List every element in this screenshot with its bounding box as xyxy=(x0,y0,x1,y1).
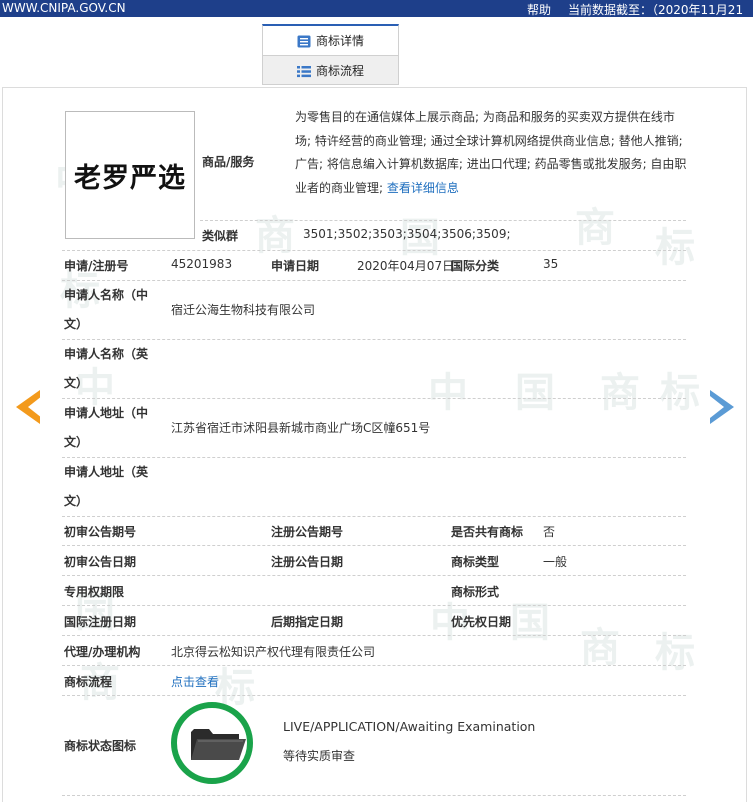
chevron-left-icon-cutout xyxy=(28,396,42,418)
divider xyxy=(62,250,686,251)
divider xyxy=(62,635,686,636)
prelim-date-label: 初审公告日期 xyxy=(64,555,137,569)
agent-value: 北京得云松知识产权代理有限责任公司 xyxy=(171,645,376,659)
status-badge xyxy=(171,702,253,784)
intl-reg-date-label: 国际注册日期 xyxy=(64,615,137,629)
site-url[interactable]: WWW.CNIPA.GOV.CN xyxy=(2,1,126,15)
app-date-value: 2020年04月07日 xyxy=(357,259,455,273)
view-process-link[interactable]: 点击查看 xyxy=(171,673,219,690)
tab-label: 商标流程 xyxy=(316,63,365,78)
status-cn: 等待实质审查 xyxy=(283,749,356,763)
status-icon-label: 商标状态图标 xyxy=(64,739,137,753)
address-en-label: 申请人地址（英文） xyxy=(64,465,149,508)
shared-value: 否 xyxy=(543,525,556,539)
reg-pub-no-label: 注册公告期号 xyxy=(271,525,344,539)
goods-list: 为零售目的在通信媒体上展示商品; 为商品和服务的买卖双方提供在线市场; 特许经营… xyxy=(295,110,687,195)
intl-class-value: 35 xyxy=(543,257,559,271)
data-date: 当前数据截至：（2020年11月21 xyxy=(568,3,744,17)
process-label: 商标流程 xyxy=(64,675,113,689)
goods-services-text: 为零售目的在通信媒体上展示商品; 为商品和服务的买卖双方提供在线市场; 特许经营… xyxy=(295,106,690,200)
address-cn-label: 申请人地址（中文） xyxy=(64,406,149,449)
tab-label: 商标详情 xyxy=(316,34,365,48)
divider xyxy=(62,605,686,606)
chevron-right-icon-cutout xyxy=(710,396,724,418)
divider xyxy=(200,220,686,221)
divider xyxy=(62,695,686,696)
folder-icon xyxy=(191,729,246,760)
divider xyxy=(62,545,686,546)
view-details-link[interactable]: 查看详细信息 xyxy=(387,181,459,195)
similar-group-value: 3501;3502;3503;3504;3506;3509; xyxy=(303,227,511,241)
reg-pub-date-label: 注册公告日期 xyxy=(271,555,344,569)
tab-trademark-process[interactable]: 商标流程 xyxy=(262,55,399,85)
divider xyxy=(62,665,686,666)
status-en: LIVE/APPLICATION/Awaiting Examination xyxy=(283,719,536,734)
divider xyxy=(62,575,686,576)
reg-no-value: 45201983 xyxy=(171,257,233,271)
app-date-label: 申请日期 xyxy=(271,259,320,273)
trademark-logo-text: 老罗严选 xyxy=(74,162,186,194)
tab-trademark-detail[interactable]: 商标详情 xyxy=(262,24,399,56)
exclusive-label: 专用权期限 xyxy=(64,585,125,599)
type-label: 商标类型 xyxy=(451,555,500,569)
similar-group-label: 类似群 xyxy=(202,229,239,243)
applicant-en-label: 申请人名称（英文） xyxy=(64,347,149,390)
later-date-label: 后期指定日期 xyxy=(271,615,344,629)
divider xyxy=(62,795,686,796)
applicant-cn-label: 申请人名称（中文） xyxy=(64,288,149,331)
applicant-cn-value: 宿迁公海生物科技有限公司 xyxy=(171,303,316,317)
priority-label: 优先权日期 xyxy=(451,615,512,629)
address-cn-value: 江苏省宿迁市沭阳县新城市商业广场C区幢651号 xyxy=(171,421,431,435)
top-bar: WWW.CNIPA.GOV.CN 帮助 当前数据截至：（2020年11月21 xyxy=(0,0,753,17)
document-icon xyxy=(297,35,311,48)
intl-class-label: 国际分类 xyxy=(451,259,500,273)
prelim-no-label: 初审公告期号 xyxy=(64,525,137,539)
trademark-image: 老罗严选 xyxy=(65,111,195,239)
divider xyxy=(62,516,686,517)
agent-label: 代理/办理机构 xyxy=(64,645,141,659)
type-value: 一般 xyxy=(543,555,568,569)
list-icon xyxy=(297,66,311,78)
help-link[interactable]: 帮助 xyxy=(527,1,551,18)
goods-label: 商品/服务 xyxy=(202,155,255,169)
form-label: 商标形式 xyxy=(451,585,500,599)
reg-no-label: 申请/注册号 xyxy=(64,259,129,273)
shared-label: 是否共有商标 xyxy=(451,525,524,539)
detail-tabs: 商标详情 商标流程 xyxy=(262,24,399,85)
